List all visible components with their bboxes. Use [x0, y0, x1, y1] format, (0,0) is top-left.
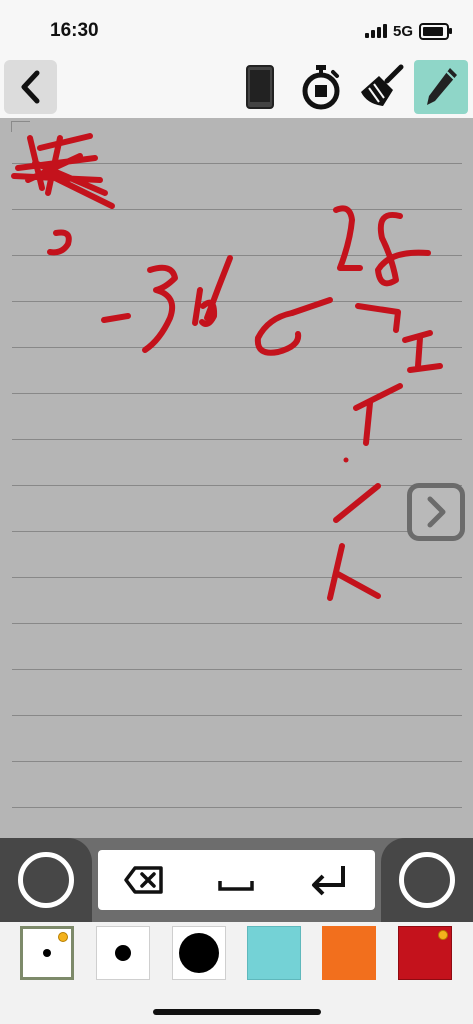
chevron-right-icon: [427, 496, 446, 528]
next-page-button[interactable]: [407, 483, 465, 541]
key-panel: [98, 850, 375, 910]
settings-badge-icon: [438, 930, 448, 940]
status-time: 16:30: [50, 20, 99, 41]
circle-icon: [18, 852, 74, 908]
left-circle-button[interactable]: [0, 838, 92, 922]
broom-icon: [361, 64, 404, 106]
toolbar: [0, 56, 473, 118]
back-button[interactable]: [4, 60, 57, 114]
backspace-key[interactable]: [114, 855, 174, 905]
drawing-canvas[interactable]: [0, 118, 473, 838]
status-indicators: 5G: [364, 20, 452, 42]
pen-size-small[interactable]: [20, 926, 74, 980]
stopwatch-icon: [302, 65, 340, 110]
dot-icon: [179, 933, 219, 973]
dot-icon: [115, 945, 131, 961]
pen-palette: [0, 922, 473, 1024]
enter-icon: [311, 866, 345, 896]
pen-size-large[interactable]: [172, 926, 226, 980]
pen-tool-button[interactable]: [414, 60, 468, 114]
input-keys-row: [0, 838, 473, 922]
timer-button[interactable]: [294, 60, 348, 114]
circle-icon: [399, 852, 455, 908]
phone-mode-button[interactable]: [233, 60, 287, 114]
battery-icon: [419, 22, 452, 40]
dot-icon: [43, 949, 51, 957]
clear-button[interactable]: [354, 60, 408, 114]
backspace-icon: [124, 866, 163, 894]
color-red[interactable]: [398, 926, 452, 980]
enter-key[interactable]: [299, 855, 359, 905]
handwriting-strokes: [11, 133, 443, 601]
pencil-icon: [427, 68, 457, 105]
home-indicator: [153, 1009, 321, 1015]
pen-size-medium[interactable]: [96, 926, 150, 980]
settings-badge-icon: [58, 932, 68, 942]
color-cyan[interactable]: [247, 926, 301, 980]
chevron-left-icon: [21, 70, 39, 104]
space-key[interactable]: [206, 855, 266, 905]
signal-icon: [364, 24, 387, 38]
color-orange[interactable]: [322, 926, 376, 980]
phone-icon: [246, 65, 274, 109]
network-type: 5G: [392, 22, 413, 40]
status-bar: 16:30 5G: [0, 0, 473, 56]
space-icon: [218, 881, 255, 891]
right-circle-button[interactable]: [381, 838, 473, 922]
